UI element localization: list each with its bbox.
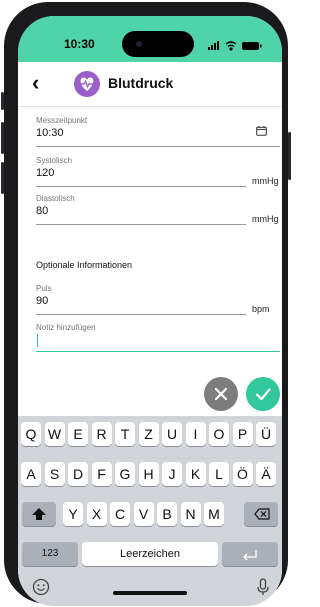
shift-icon (32, 508, 46, 520)
status-time: 10:30 (64, 37, 95, 51)
key-p[interactable]: P (232, 422, 253, 446)
key-m[interactable]: M (204, 502, 224, 526)
note-value (37, 334, 38, 347)
status-bar: 10:30 (18, 16, 282, 62)
diastolic-unit: mmHg (252, 214, 279, 224)
key-v[interactable]: V (133, 502, 154, 526)
key-u[interactable]: U (162, 422, 182, 446)
key-ä[interactable]: Ä (256, 462, 276, 486)
volume-up-button (1, 122, 4, 154)
shift-key[interactable] (22, 502, 56, 526)
return-key[interactable] (222, 542, 278, 566)
backspace-icon (254, 508, 270, 520)
key-f[interactable]: F (91, 462, 112, 486)
volume-down-button (1, 162, 4, 194)
key-t[interactable]: T (115, 422, 135, 446)
heart-pulse-icon (74, 71, 100, 97)
diastolic-label: Diastolisch (36, 194, 75, 203)
power-button (288, 132, 291, 180)
note-underline-active (36, 351, 280, 352)
measurement-time-field[interactable]: Messzeitpunkt 10:30 (36, 116, 280, 147)
systolic-field[interactable]: Systolisch 120 (36, 156, 280, 187)
diastolic-field[interactable]: Diastolisch 80 (36, 194, 280, 225)
calendar-icon[interactable] (256, 126, 267, 136)
key-n[interactable]: N (180, 502, 201, 526)
key-r[interactable]: R (91, 422, 112, 446)
key-s[interactable]: S (44, 462, 65, 486)
home-indicator (113, 591, 187, 595)
measurement-time-value: 10:30 (36, 127, 64, 139)
systolic-label: Systolisch (36, 156, 73, 165)
check-icon (255, 388, 271, 401)
key-z[interactable]: Z (138, 422, 159, 446)
status-icons (208, 41, 262, 51)
backspace-key[interactable] (244, 502, 278, 526)
key-j[interactable]: J (162, 462, 182, 486)
systolic-unit: mmHg (252, 176, 279, 186)
pulse-label: Puls (36, 284, 52, 293)
phone-frame: 10:30 ‹ Blutdruck Messzeitpunkt 10:30 Sy… (1, 2, 291, 606)
page-title: Blutdruck (108, 75, 174, 91)
app-header: ‹ Blutdruck (18, 62, 282, 107)
field-underline (36, 186, 246, 187)
dynamic-island (122, 31, 194, 57)
optional-info-heading: Optionale Informationen (36, 260, 133, 270)
key-y[interactable]: Y (63, 502, 83, 526)
key-o[interactable]: O (209, 422, 229, 446)
key-g[interactable]: G (115, 462, 135, 486)
emoji-icon[interactable] (32, 578, 50, 596)
key-i[interactable]: I (185, 422, 206, 446)
mute-switch (1, 92, 4, 110)
keyboard: QWERTZUIOPÜ ASDFGHJKLÖÄ YXCVBNM 123 Leer… (18, 416, 282, 606)
key-x[interactable]: X (86, 502, 107, 526)
numbers-key[interactable]: 123 (22, 542, 78, 566)
key-d[interactable]: D (68, 462, 88, 486)
chevron-left-icon[interactable]: ‹ (32, 72, 39, 94)
key-a[interactable]: A (21, 462, 41, 486)
key-e[interactable]: E (68, 422, 88, 446)
note-label: Notiz hinzufügen (36, 323, 96, 332)
camera-dot (136, 41, 142, 47)
key-ö[interactable]: Ö (232, 462, 253, 486)
close-icon (214, 387, 228, 401)
wifi-icon (225, 41, 237, 51)
field-underline (36, 146, 280, 147)
key-h[interactable]: H (138, 462, 159, 486)
key-b[interactable]: B (157, 502, 177, 526)
screen: 10:30 ‹ Blutdruck Messzeitpunkt 10:30 Sy… (18, 16, 282, 606)
space-key[interactable]: Leerzeichen (82, 542, 218, 566)
key-k[interactable]: K (185, 462, 206, 486)
field-underline (36, 224, 246, 225)
pulse-unit: bpm (252, 304, 270, 314)
confirm-button[interactable] (246, 377, 280, 411)
key-w[interactable]: W (44, 422, 65, 446)
cancel-button[interactable] (204, 377, 238, 411)
signal-icon (208, 41, 219, 50)
return-icon (243, 550, 257, 561)
note-field[interactable]: Notiz hinzufügen (36, 323, 280, 352)
key-ü[interactable]: Ü (256, 422, 276, 446)
pulse-field[interactable]: Puls 90 (36, 284, 280, 315)
key-q[interactable]: Q (21, 422, 41, 446)
battery-icon (242, 42, 262, 50)
key-l[interactable]: L (209, 462, 229, 486)
field-underline (36, 314, 246, 315)
pulse-value: 90 (36, 295, 49, 307)
measurement-time-label: Messzeitpunkt (36, 116, 88, 125)
diastolic-value: 80 (36, 205, 49, 217)
systolic-value: 120 (36, 167, 55, 179)
key-c[interactable]: C (110, 502, 130, 526)
microphone-icon[interactable] (256, 578, 270, 596)
